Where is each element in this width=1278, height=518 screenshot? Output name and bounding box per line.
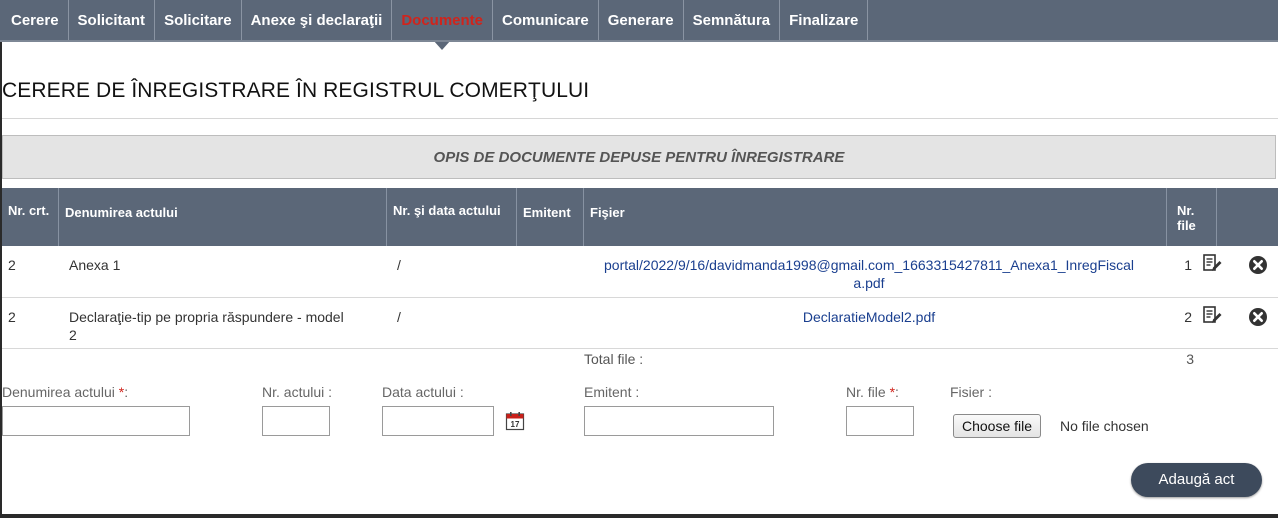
header-nr-file: Nr. file <box>1167 188 1217 246</box>
cell-denumire: Declaraţie-tip pe propria răspundere - m… <box>69 309 344 343</box>
nr-file-input[interactable] <box>846 406 914 436</box>
add-act-button[interactable]: Adaugă act <box>1131 463 1262 497</box>
window-bottom-border <box>0 514 1278 518</box>
tab-finalizare[interactable]: Finalizare <box>780 0 869 40</box>
tab-label: Anexe şi declaraţii <box>250 12 383 29</box>
denumire-input[interactable] <box>2 406 190 436</box>
calendar-icon[interactable]: 17 <box>505 411 525 431</box>
label-colon: : <box>124 384 129 400</box>
label-colon: : <box>895 384 899 400</box>
file-link[interactable]: DeclaratieModel2.pdf <box>594 298 1144 336</box>
total-file-value: 3 <box>1186 351 1194 367</box>
edit-icon[interactable] <box>1202 306 1222 326</box>
emitent-label: Emitent : <box>584 384 640 400</box>
nav-bottom-strip <box>0 40 1278 42</box>
denumire-label: Denumirea actului *: <box>2 384 128 400</box>
calendar-day: 17 <box>511 420 520 429</box>
documents-table-header: Nr. crt. Denumirea actului Nr. şi data a… <box>2 188 1278 246</box>
tab-solicitare[interactable]: Solicitare <box>155 0 242 40</box>
cell-emitent <box>517 298 584 318</box>
tab-label: Documente <box>401 12 484 29</box>
data-actului-input[interactable] <box>382 406 494 436</box>
emitent-input[interactable] <box>584 406 774 436</box>
tab-cerere[interactable]: Cerere <box>2 0 69 40</box>
nr-file-label-text: Nr. file <box>846 384 886 400</box>
file-link[interactable]: portal/2022/9/16/davidmanda1998@gmail.co… <box>594 246 1144 302</box>
tab-semnatura[interactable]: Semnătura <box>684 0 781 40</box>
cell-denumire: Anexa 1 <box>69 257 121 273</box>
tab-generare[interactable]: Generare <box>599 0 684 40</box>
header-actions <box>1217 188 1278 246</box>
nav-tabs: Cerere Solicitant Solicitare Anexe şi de… <box>0 0 1278 50</box>
denumire-label-text: Denumirea actului <box>2 384 115 400</box>
tab-label: Solicitare <box>164 12 232 29</box>
header-nr-crt: Nr. crt. <box>2 188 59 246</box>
header-nr-data: Nr. şi data actului <box>387 188 517 246</box>
edit-icon[interactable] <box>1202 254 1222 274</box>
cell-nr-data: / <box>397 257 401 273</box>
tab-label: Cerere <box>11 12 59 29</box>
cell-nr-file: 2 <box>1184 309 1192 325</box>
tab-comunicare[interactable]: Comunicare <box>493 0 599 40</box>
data-actului-label: Data actului : <box>382 384 464 400</box>
title-divider <box>2 118 1278 119</box>
tab-label: Finalizare <box>789 12 859 29</box>
header-denumire: Denumirea actului <box>59 188 387 246</box>
table-row: 2 Declaraţie-tip pe propria răspundere -… <box>2 298 1278 349</box>
section-title: OPIS DE DOCUMENTE DEPUSE PENTRU ÎNREGIST… <box>2 135 1276 179</box>
tab-solicitant[interactable]: Solicitant <box>69 0 156 40</box>
nr-actului-input[interactable] <box>262 406 330 436</box>
tab-label: Semnătura <box>692 12 771 29</box>
cell-nr-crt: 2 <box>8 309 16 325</box>
delete-icon[interactable] <box>1248 307 1268 327</box>
delete-icon[interactable] <box>1248 255 1268 275</box>
header-emitent: Emitent <box>517 188 584 246</box>
tab-label: Comunicare <box>502 12 589 29</box>
page-title: CERERE DE ÎNREGISTRARE ÎN REGISTRUL COME… <box>2 79 590 102</box>
tab-documente[interactable]: Documente <box>392 0 494 50</box>
nr-file-label: Nr. file *: <box>846 384 899 400</box>
tab-anexe-declaratii[interactable]: Anexe şi declaraţii <box>242 0 393 40</box>
cell-emitent <box>517 246 584 266</box>
tab-label: Solicitant <box>77 12 146 29</box>
cell-nr-crt: 2 <box>8 257 16 273</box>
top-nav: Cerere Solicitant Solicitare Anexe şi de… <box>0 0 1278 50</box>
header-fisier: Fişier <box>584 188 1167 246</box>
no-file-status: No file chosen <box>1060 418 1149 434</box>
nr-actului-label: Nr. actului : <box>262 384 333 400</box>
cell-nr-file: 1 <box>1184 257 1192 273</box>
total-file-label: Total file : <box>584 351 644 367</box>
table-row: 2 Anexa 1 / portal/2022/9/16/davidmanda1… <box>2 246 1278 298</box>
tab-label: Generare <box>607 12 674 29</box>
cell-nr-data: / <box>397 309 401 325</box>
fisier-label: Fisier : <box>950 384 992 400</box>
choose-file-button[interactable]: Choose file <box>953 414 1042 438</box>
